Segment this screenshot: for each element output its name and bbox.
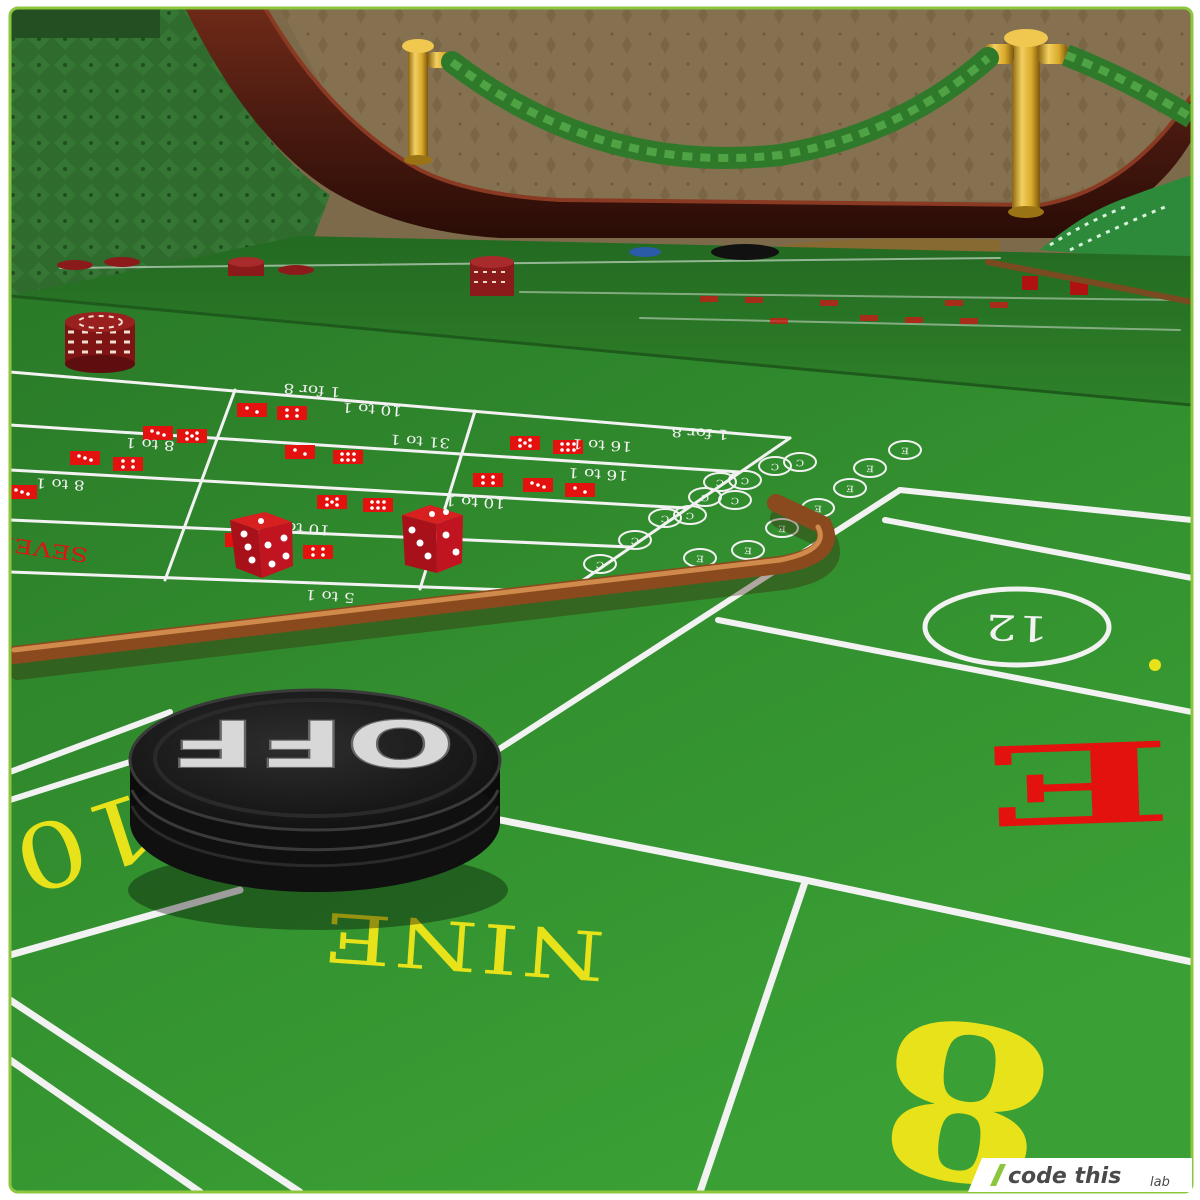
brand-logo: code this lab <box>968 1158 1192 1192</box>
prop-dice-marker <box>70 451 100 465</box>
red-die-right <box>402 505 463 573</box>
field-letter: E <box>981 714 1176 850</box>
horn-bet-letter: C <box>795 457 804 467</box>
off-puck: OFF <box>128 688 508 930</box>
horn-bet-letter: C <box>715 477 724 487</box>
prop-bet-label: 16 to 1 <box>567 464 628 483</box>
prop-dice-marker <box>177 429 207 443</box>
craps-table-scene: 1 for 810 to 11 for 831 to 1 16 to 116 to… <box>0 0 1200 1200</box>
horn-bet-letter: C <box>660 513 669 523</box>
prop-dice-marker <box>473 473 503 487</box>
logo-suffix: lab <box>1150 1175 1170 1190</box>
prop-dice-marker <box>285 445 315 459</box>
prop-dice-marker <box>317 495 347 509</box>
prop-dice-marker <box>565 483 595 497</box>
horn-bet-letter: C <box>630 535 639 545</box>
prop-dice-marker <box>523 478 553 492</box>
horn-bet-letter: C <box>740 475 749 485</box>
prop-dice-marker <box>277 406 307 420</box>
prop-bet-label: 1 for 8 <box>671 424 729 443</box>
red-chip-stack <box>65 312 135 373</box>
prop-dice-marker <box>303 545 333 559</box>
prop-dice-marker <box>510 436 540 450</box>
horn-bet-letter: C <box>730 495 739 505</box>
horn-bet-letter: E <box>901 445 909 455</box>
red-die-left <box>230 512 293 578</box>
horn-bet-letter: C <box>595 559 604 569</box>
wall-top-strip <box>10 8 160 38</box>
prop-dice-marker <box>363 498 393 512</box>
prop-bet-label: 10 to 1 <box>444 492 505 511</box>
horn-bet-letter: C <box>700 492 709 502</box>
horn-bet-letter: E <box>866 463 874 473</box>
logo-brand: code this <box>1008 1164 1121 1189</box>
field-marker-dot <box>1149 659 1161 671</box>
prop-dice-marker <box>333 450 363 464</box>
off-puck-label: OFF <box>168 704 455 779</box>
horn-bet-letter: E <box>696 553 704 563</box>
horn-bet-letter: E <box>744 545 752 555</box>
field-circle-number: 12 <box>985 606 1050 649</box>
prop-dice-marker <box>237 403 267 417</box>
prop-bet-label: 8 to 1 <box>35 475 85 493</box>
prop-dice-marker <box>113 457 143 471</box>
prop-bet-label: 16 to 1 <box>571 435 632 454</box>
scene-content: 1 for 810 to 11 for 831 to 1 16 to 116 to… <box>10 8 1192 1192</box>
horn-bet-letter: C <box>770 461 779 471</box>
horn-bet-letter: C <box>685 510 694 520</box>
horn-bet-letter: E <box>846 483 854 493</box>
